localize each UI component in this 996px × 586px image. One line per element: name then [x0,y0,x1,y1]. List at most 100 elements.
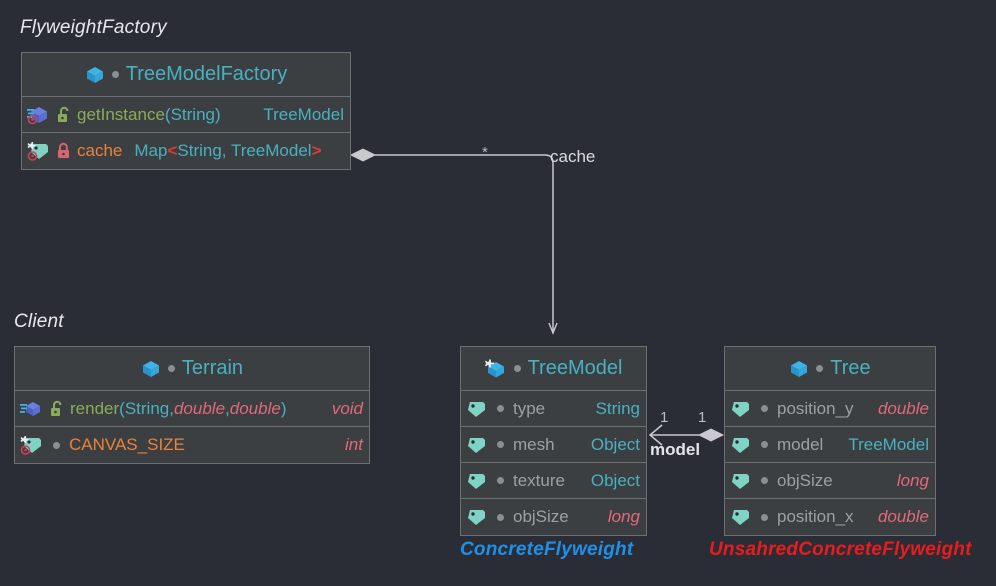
field-name: position_y [777,398,854,418]
param-type-2: double [173,398,226,418]
field-type: Object [590,434,640,454]
angle-close: > [311,141,322,160]
method-name: render [70,398,120,418]
lock-icon [56,142,72,160]
static-method-icon [27,105,51,125]
member-type-cache: Map < String, TreeModel > [134,141,321,161]
unlock-icon [49,400,65,418]
class-name-tree-model-factory: TreeModelFactory [125,63,288,85]
member-signature-get-instance: getInstance(String) [77,105,221,125]
param-type-3: double [229,398,281,418]
paren-close: ) [280,398,287,418]
class-members-tree: position_y double model TreeModel objSiz… [725,391,935,535]
return-type: TreeModel [263,104,344,124]
type-raw: Map [134,141,168,160]
package-dot-icon [497,477,504,484]
member-row-model[interactable]: model TreeModel [725,427,935,463]
field-type: long [607,507,640,526]
member-row-mesh[interactable]: mesh Object [461,427,646,463]
field-type: int [345,435,363,454]
package-dot-icon [111,71,119,78]
method-name: getInstance [77,104,165,124]
class-members-tree-model-factory: getInstance(String) TreeModel cache Map … [22,97,350,169]
caption-unshared-concrete-flyweight: UnsahredConcreteFlyweight [709,539,972,560]
package-dot-icon [761,405,768,412]
field-icon [466,435,488,455]
member-row-cache[interactable]: cache Map < String, TreeModel > [22,133,350,169]
field-name: cache [77,141,123,160]
member-row-render[interactable]: render(String, double, double) void [15,391,369,427]
class-box-tree-model-factory[interactable]: TreeModelFactory getInstance (String) … [21,52,351,170]
package-dot-icon [497,405,504,412]
field-icon [730,471,752,491]
class-header-tree: Tree [725,347,935,391]
class-header-tree-model-factory: TreeModelFactory [22,53,350,97]
caption-concrete-flyweight: ConcreteFlyweight [460,539,634,560]
package-dot-icon [816,365,824,372]
field-name: type [513,398,546,418]
edge-model-target-multiplicity: 1 [698,409,707,426]
package-dot-icon [761,477,768,484]
package-dot-icon [497,513,504,521]
caption-client: Client [14,311,64,332]
member-signature-cache: cache [77,141,122,161]
edge-cache-target-label: cache [550,147,596,166]
class-members-terrain: render(String, double, double) void CANV… [15,391,369,463]
member-row-position-y[interactable]: position_y double [725,391,935,427]
member-row-position-x[interactable]: position_x double [725,499,935,535]
field-type: TreeModel [848,434,929,454]
class-box-tree[interactable]: Tree position_y double model TreeModel o… [724,346,936,536]
edge-cache [349,148,558,335]
unlock-icon [56,106,72,124]
field-type: Object [590,470,640,490]
class-members-tree-model: type String mesh Object texture Object o… [461,391,646,535]
package-dot-icon [167,365,175,372]
field-name: CANVAS_SIZE [69,435,185,454]
member-row-texture[interactable]: texture Object [461,463,646,499]
member-signature-render: render(String, double, double) [70,399,287,419]
static-final-field-icon [20,435,44,455]
member-row-get-instance[interactable]: getInstance(String) TreeModel [22,97,350,133]
edge-model-role-label: model [650,440,701,459]
field-icon [730,399,752,419]
field-icon [730,507,752,527]
field-name: position_x [777,507,854,526]
package-dot-icon [497,441,504,448]
final-class-icon [484,359,507,379]
member-row-type[interactable]: type String [461,391,646,427]
param-type-1: String [124,398,170,418]
field-type: long [896,470,929,490]
class-box-tree-model[interactable]: TreeModel type String mesh Object textur… [460,346,647,536]
field-type: double [877,507,929,526]
member-row-canvas-size[interactable]: CANVAS_SIZE int [15,427,369,463]
field-name: mesh [513,434,555,454]
paren-close: ) [215,104,221,124]
angle-open: < [167,141,178,160]
class-name-tree-model: TreeModel [527,357,623,379]
field-icon [466,507,488,527]
return-type: void [331,398,363,418]
class-box-terrain[interactable]: Terrain render (String , double , doubl… [14,346,370,464]
param-type: String [170,104,215,124]
class-name-tree: Tree [830,357,871,379]
uml-diagram-canvas: * cache 1 1 model FlyweightFactory Clien… [0,0,996,586]
edge-model-source-multiplicity: 1 [660,409,669,426]
field-type: double [877,398,929,418]
field-icon [466,471,488,491]
package-dot-icon [761,441,768,448]
static-final-field-icon [27,141,51,161]
package-dot-icon [513,365,521,372]
class-header-tree-model: TreeModel [461,347,646,391]
field-name: objSize [513,507,569,526]
field-name: model [777,434,824,454]
field-icon [730,435,752,455]
field-icon [466,399,488,419]
class-icon [141,359,161,379]
member-row-obj-size[interactable]: objSize long [725,463,935,499]
generic-args: String, TreeModel [177,141,312,160]
edge-cache-source-multiplicity: * [482,144,488,161]
field-type: String [595,398,640,418]
member-row-obj-size[interactable]: objSize long [461,499,646,535]
class-icon [85,65,105,85]
caption-flyweight-factory: FlyweightFactory [20,17,167,38]
